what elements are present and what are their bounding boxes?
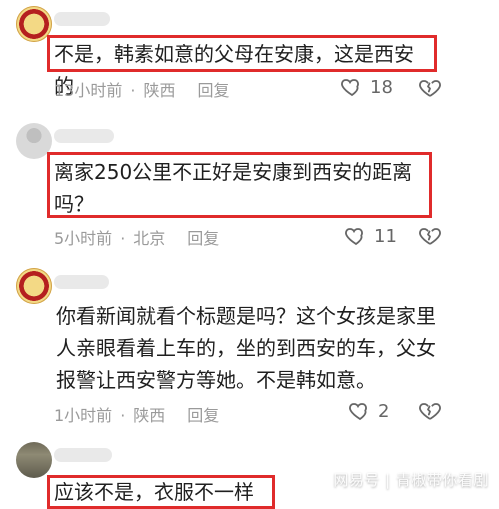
location: 陕西	[143, 81, 176, 100]
like-count: 11	[374, 225, 397, 247]
comment-text: 你看新闻就看个标题是吗？这个女孩是家里人亲眼看着上车的，坐的到西安的车，父女报警…	[56, 304, 436, 392]
separator-dot: ·	[120, 229, 126, 248]
timestamp: 5小时前	[54, 229, 113, 248]
broken-heart-icon[interactable]	[418, 76, 442, 100]
heart-outline-icon[interactable]	[348, 399, 372, 423]
comment-meta: 5小时前 · 北京 回复	[54, 225, 219, 249]
watermark: 网易号 | 青椒带你看剧	[333, 471, 489, 489]
reply-button[interactable]: 回复	[187, 229, 219, 248]
username-hidden	[54, 12, 110, 26]
comment-text: 离家250公里不正好是安康到西安的距离吗？	[54, 160, 413, 216]
heart-outline-icon[interactable]	[340, 75, 364, 99]
reply-button[interactable]: 回复	[197, 81, 229, 100]
separator-dot: ·	[120, 406, 126, 425]
comment-text: 应该不是，衣服不一样	[54, 480, 254, 504]
username-hidden	[54, 129, 114, 143]
like-control[interactable]: 11	[344, 224, 397, 248]
like-control[interactable]: 18	[340, 75, 393, 99]
like-count: 2	[378, 400, 390, 422]
avatar[interactable]	[16, 442, 52, 478]
location: 陕西	[133, 406, 166, 425]
separator-dot: ·	[130, 81, 136, 100]
avatar[interactable]	[16, 268, 52, 304]
location: 北京	[133, 229, 166, 248]
comment-meta: 1小时前 · 陕西 回复	[54, 402, 219, 426]
comment-meta: 13小时前 · 陕西 回复	[54, 77, 230, 101]
timestamp: 1小时前	[54, 406, 113, 425]
timestamp: 13小时前	[54, 81, 123, 100]
like-count: 18	[370, 76, 393, 98]
broken-heart-icon[interactable]	[418, 224, 442, 248]
like-control[interactable]: 2	[348, 399, 389, 423]
username-hidden	[54, 275, 109, 289]
reply-button[interactable]: 回复	[187, 406, 219, 425]
username-hidden	[54, 448, 112, 462]
broken-heart-icon[interactable]	[418, 399, 442, 423]
heart-outline-icon[interactable]	[344, 224, 368, 248]
